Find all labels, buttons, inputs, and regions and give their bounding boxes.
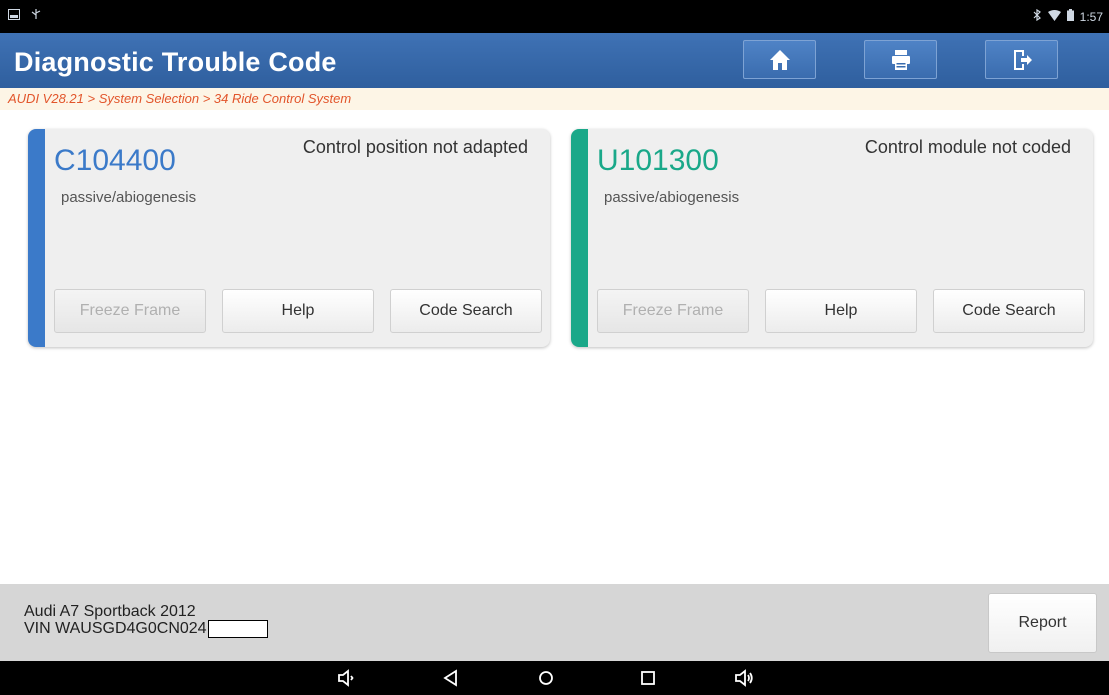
help-button[interactable]: Help xyxy=(765,289,917,333)
home-circle-icon xyxy=(539,671,553,685)
report-button[interactable]: Report xyxy=(988,593,1097,653)
recents-button[interactable] xyxy=(635,666,661,690)
volume-down-button[interactable] xyxy=(333,666,359,690)
print-button[interactable] xyxy=(864,40,937,79)
code-search-button[interactable]: Code Search xyxy=(390,289,542,333)
screenshot-icon xyxy=(8,8,20,24)
status-bar: 1:57 xyxy=(0,0,1109,33)
print-icon xyxy=(891,49,910,70)
exit-button[interactable] xyxy=(985,40,1058,79)
breadcrumb: AUDI V28.21 > System Selection > 34 Ride… xyxy=(0,88,1109,110)
vin-row: VIN WAUSGD4G0CN024 xyxy=(24,620,268,638)
battery-icon xyxy=(1066,9,1074,25)
volume-down-icon xyxy=(338,669,354,687)
bluetooth-icon xyxy=(1033,8,1042,25)
volume-up-icon xyxy=(735,669,753,687)
home-button[interactable] xyxy=(743,40,816,79)
dtc-accent-bar xyxy=(28,129,45,347)
clock: 1:57 xyxy=(1079,10,1103,24)
dtc-status: passive/abiogenesis xyxy=(61,189,197,206)
help-button[interactable]: Help xyxy=(222,289,374,333)
header-bar: Diagnostic Trouble Code xyxy=(0,33,1109,88)
vehicle-model: Audi A7 Sportback 2012 xyxy=(24,603,196,620)
navigation-bar xyxy=(0,661,1109,695)
volume-up-button[interactable] xyxy=(731,666,757,690)
dtc-description: Control position not adapted xyxy=(302,137,528,157)
vin-text: VIN WAUSGD4G0CN024 xyxy=(24,620,207,637)
back-icon xyxy=(443,669,457,687)
dtc-card: U101300 Control module not coded passive… xyxy=(571,129,1093,347)
usb-icon xyxy=(30,8,42,24)
vehicle-info-bar: Audi A7 Sportback 2012 VIN WAUSGD4G0CN02… xyxy=(0,584,1109,661)
back-button[interactable] xyxy=(438,666,464,690)
wifi-icon xyxy=(1047,9,1061,25)
dtc-status: passive/abiogenesis xyxy=(604,189,740,206)
dtc-code: C104400 xyxy=(54,144,176,177)
dtc-card: C104400 Control position not adapted pas… xyxy=(28,129,550,347)
exit-icon xyxy=(1013,49,1032,70)
freeze-frame-button[interactable]: Freeze Frame xyxy=(597,289,749,333)
dtc-accent-bar xyxy=(571,129,588,347)
dtc-code: U101300 xyxy=(597,144,719,177)
home-icon xyxy=(769,49,790,70)
dtc-description: Control module not coded xyxy=(864,137,1071,157)
home-nav-button[interactable] xyxy=(533,666,559,690)
page-title: Diagnostic Trouble Code xyxy=(14,47,337,77)
recents-icon xyxy=(641,671,655,685)
freeze-frame-button[interactable]: Freeze Frame xyxy=(54,289,206,333)
code-search-button[interactable]: Code Search xyxy=(933,289,1085,333)
vin-redaction-box xyxy=(207,620,268,638)
